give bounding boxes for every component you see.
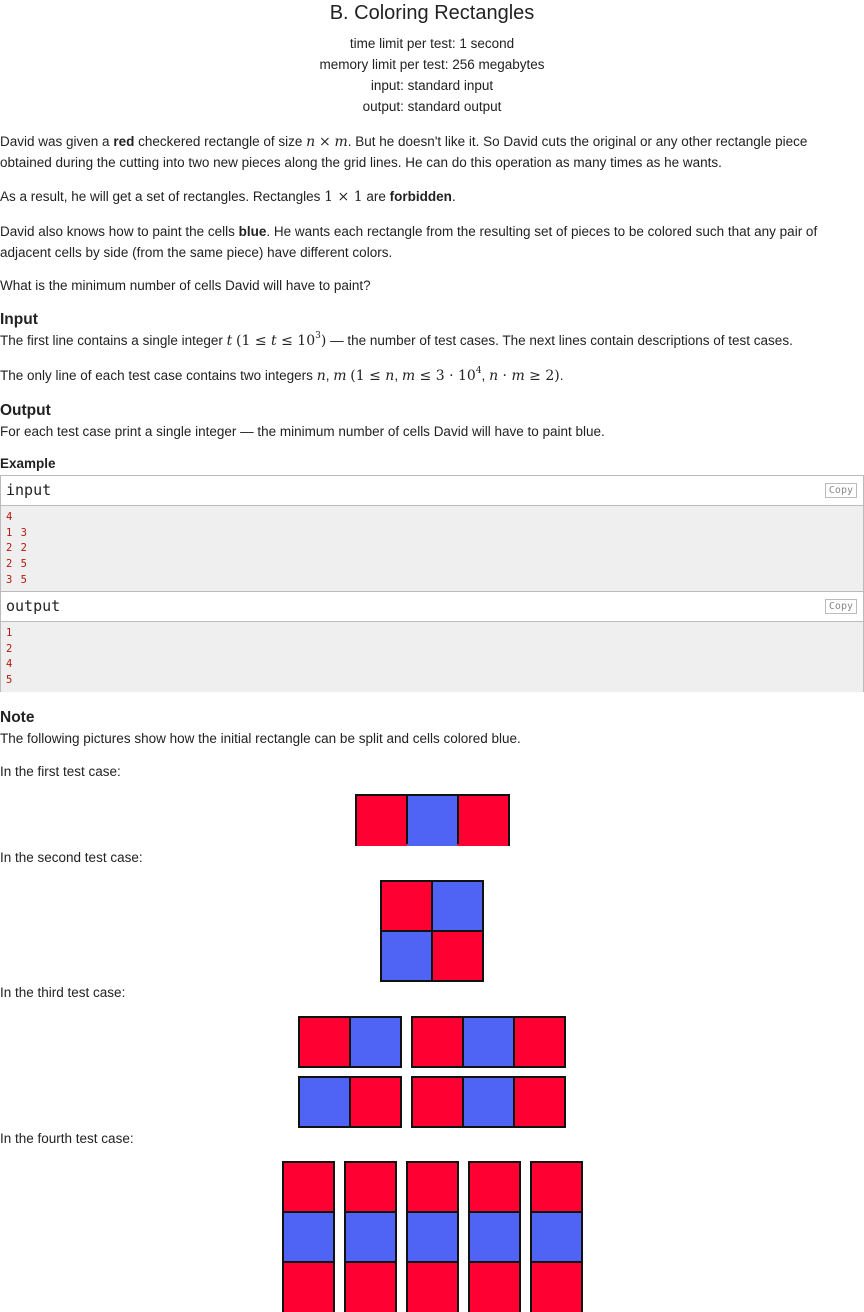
- problem-title: B. Coloring Rectangles: [329, 2, 535, 24]
- red-cell: [432, 930, 482, 980]
- blue-cell: [382, 930, 432, 980]
- note-case-4: In the fourth test case:: [0, 1131, 134, 1146]
- note-intro: The following pictures show how the init…: [0, 731, 521, 746]
- copy-input-button[interactable]: Copy: [824, 483, 857, 498]
- blue-cell: [432, 882, 482, 932]
- blue-cell: [284, 1213, 333, 1261]
- blue-cell: [346, 1213, 395, 1261]
- input-sample-line: 1 3: [6, 527, 28, 539]
- memory-limit: memory limit per test: 256 megabytes: [319, 57, 545, 72]
- statement-paragraph-4: What is the minimum number of cells Davi…: [0, 278, 371, 293]
- note-heading: Note: [0, 709, 35, 726]
- input-line-2: The only line of each test case contains…: [0, 366, 564, 385]
- red-cell: [300, 1018, 350, 1066]
- blue-cell: [532, 1213, 581, 1261]
- output-text: For each test case print a single intege…: [0, 424, 605, 439]
- example-heading: Example: [0, 456, 56, 471]
- blue-cell: [300, 1078, 350, 1126]
- input-line-1: The first line contains a single integer…: [0, 331, 793, 350]
- red-cell: [470, 1163, 519, 1211]
- output-file: output: standard output: [362, 99, 502, 114]
- output-sample-line: 4: [6, 658, 14, 670]
- red-cell: [408, 1263, 457, 1312]
- statement-paragraph-3: David also knows how to paint the cells …: [0, 224, 818, 260]
- red-cell: [532, 1163, 581, 1211]
- input-sample-line: 4: [6, 511, 14, 523]
- red-cell: [284, 1163, 333, 1211]
- input-sample-line: 2 2: [6, 542, 28, 554]
- statement-paragraph-1: David was given a red checkered rectangl…: [0, 134, 808, 170]
- output-heading: Output: [0, 402, 51, 419]
- input-sample-line: 2 5: [6, 558, 28, 570]
- red-cell: [413, 1018, 463, 1066]
- blue-cell: [463, 1018, 513, 1066]
- note-case-2: In the second test case:: [0, 850, 143, 865]
- output-sample-body: 1 2 4 5: [1, 622, 863, 692]
- red-cell: [513, 1018, 564, 1066]
- red-cell: [470, 1263, 519, 1312]
- red-cell: [284, 1263, 333, 1312]
- blue-cell: [408, 1213, 457, 1261]
- input-sample-line: 3 5: [6, 574, 28, 586]
- red-cell: [413, 1078, 463, 1126]
- red-cell: [346, 1263, 395, 1312]
- output-sample-line: 5: [6, 674, 14, 686]
- note-case-3: In the third test case:: [0, 985, 126, 1000]
- input-file: input: standard input: [370, 78, 494, 93]
- red-cell: [382, 882, 432, 932]
- red-cell: [408, 1163, 457, 1211]
- red-cell: [346, 1163, 395, 1211]
- statement-paragraph-2: As a result, he will get a set of rectan…: [0, 189, 456, 205]
- red-cell: [350, 1078, 400, 1126]
- output-sample-line: 2: [6, 643, 14, 655]
- blue-cell: [463, 1078, 513, 1126]
- blue-cell: [350, 1018, 400, 1066]
- red-cell: [513, 1078, 564, 1126]
- input-heading: Input: [0, 311, 38, 328]
- example-box: input Copy 4 1 3 2 2 2 5 3 5 output Copy…: [0, 475, 864, 692]
- copy-output-button[interactable]: Copy: [824, 599, 857, 614]
- blue-cell: [470, 1213, 519, 1261]
- red-cell: [357, 796, 407, 846]
- blue-cell: [407, 796, 457, 846]
- input-sample-header: input Copy: [1, 476, 863, 506]
- output-sample-header: output Copy: [1, 592, 863, 622]
- input-sample-label: input: [6, 481, 52, 499]
- note-case-1: In the first test case:: [0, 764, 121, 779]
- red-cell: [457, 796, 508, 846]
- red-cell: [532, 1263, 581, 1312]
- input-sample-body: 4 1 3 2 2 2 5 3 5: [1, 506, 863, 592]
- time-limit: time limit per test: 1 second: [349, 36, 515, 51]
- output-sample-line: 1: [6, 627, 14, 639]
- output-sample-label: output: [6, 597, 61, 615]
